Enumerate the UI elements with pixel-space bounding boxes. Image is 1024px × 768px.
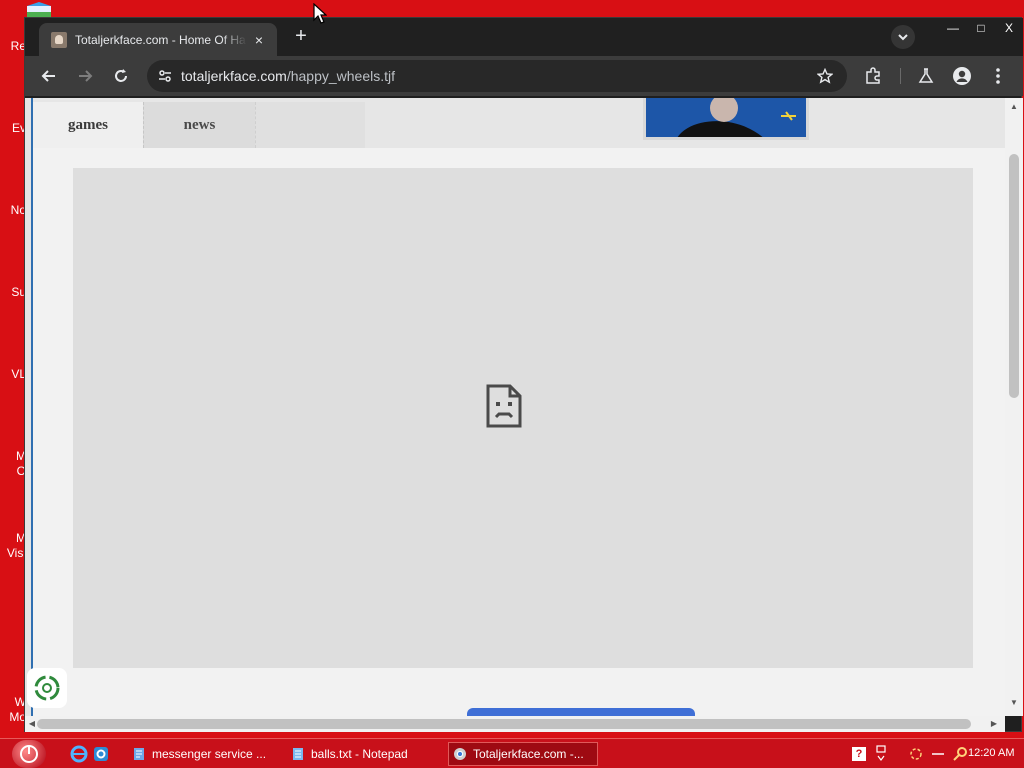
floating-widget-button[interactable] bbox=[27, 668, 67, 708]
scroll-left-icon[interactable]: ◀ bbox=[27, 719, 37, 729]
url-path: /happy_wheels.tjf bbox=[286, 68, 396, 84]
search-tray-icon[interactable] bbox=[952, 746, 968, 762]
desktop-icon-label[interactable]: Ev bbox=[0, 121, 26, 135]
desktop-icon-label[interactable]: O bbox=[0, 464, 26, 478]
tab-title: Totaljerkface.com - Home Of Happy Wheels bbox=[75, 32, 247, 47]
start-button[interactable] bbox=[12, 740, 46, 768]
back-button[interactable] bbox=[37, 64, 61, 88]
tray-arrow-icon[interactable] bbox=[930, 746, 946, 762]
desktop-icon-label[interactable]: Mo bbox=[0, 710, 26, 724]
extensions-icon[interactable] bbox=[861, 64, 885, 88]
horizontal-scroll-thumb[interactable] bbox=[37, 719, 971, 729]
vertical-scrollbar[interactable]: ▲ ▼ bbox=[1005, 98, 1023, 716]
desktop-icon-label[interactable]: W bbox=[0, 695, 26, 709]
url-host: totaljerkface.com bbox=[181, 68, 287, 84]
sad-file-icon bbox=[486, 384, 522, 428]
browser-toolbar: totaljerkface.com/happy_wheels.tjf bbox=[25, 56, 1023, 96]
close-button[interactable]: X bbox=[995, 18, 1023, 38]
desktop-icon-label[interactable]: Visi bbox=[0, 546, 26, 560]
taskbar-clock[interactable]: 12:20 AM bbox=[968, 747, 1014, 759]
nav-tab-news[interactable]: news bbox=[143, 102, 255, 148]
notepad-icon bbox=[293, 748, 303, 760]
taskbar-item-notepad[interactable]: balls.txt - Notepad bbox=[287, 742, 433, 766]
url-text: totaljerkface.com/happy_wheels.tjf bbox=[181, 68, 395, 84]
page-footer-bar bbox=[467, 708, 695, 716]
page-left-border bbox=[25, 98, 33, 716]
reload-icon bbox=[115, 69, 127, 82]
arrow-left-icon bbox=[41, 70, 55, 82]
chevron-down-icon bbox=[898, 34, 908, 41]
tab-close-icon[interactable]: × bbox=[251, 32, 267, 48]
start-orb-icon bbox=[20, 745, 38, 763]
scroll-up-icon[interactable]: ▲ bbox=[1009, 102, 1019, 112]
internet-explorer-icon[interactable] bbox=[70, 745, 88, 763]
recycle-gear-icon bbox=[34, 675, 60, 701]
system-tray: ? bbox=[852, 742, 968, 766]
desktop-icon-label[interactable]: VL bbox=[0, 367, 26, 381]
site-header: games news bbox=[33, 98, 1005, 148]
site-settings-icon[interactable] bbox=[155, 66, 175, 86]
reload-button[interactable] bbox=[109, 64, 133, 88]
forward-button[interactable] bbox=[73, 64, 97, 88]
network-tray-icon[interactable] bbox=[874, 744, 888, 764]
quicklaunch-browser-icon[interactable] bbox=[92, 745, 110, 763]
tab-strip: Totaljerkface.com - Home Of Happy Wheels… bbox=[25, 18, 1023, 56]
scroll-right-icon[interactable]: ▶ bbox=[989, 719, 999, 729]
desktop-icon-label[interactable]: Re bbox=[0, 39, 26, 53]
bookmark-star-icon[interactable] bbox=[815, 66, 835, 86]
page-viewport: games news bbox=[25, 98, 1005, 716]
labs-flask-icon[interactable] bbox=[914, 64, 938, 88]
nav-tab-games[interactable]: games bbox=[33, 102, 143, 148]
desktop-icon-label[interactable]: M bbox=[0, 449, 26, 463]
desktop-icon-label[interactable]: M bbox=[0, 531, 26, 545]
new-tab-button[interactable]: + bbox=[291, 26, 311, 47]
minimize-button[interactable]: — bbox=[939, 18, 967, 38]
horizontal-scrollbar[interactable]: ◀ ▶ bbox=[25, 716, 1005, 732]
taskbar-item-messenger[interactable]: messenger service ... bbox=[128, 742, 274, 766]
menu-kebab-icon[interactable] bbox=[986, 64, 1010, 88]
help-tray-icon[interactable]: ? bbox=[852, 747, 866, 761]
taskbar-item-label: balls.txt - Notepad bbox=[311, 747, 408, 761]
taskbar-item-chrome[interactable]: Totaljerkface.com -... bbox=[448, 742, 598, 766]
scroll-down-icon[interactable]: ▼ bbox=[1009, 698, 1019, 708]
header-portrait-image bbox=[643, 98, 809, 140]
address-bar[interactable]: totaljerkface.com/happy_wheels.tjf bbox=[147, 60, 847, 92]
taskbar-item-label: messenger service ... bbox=[152, 747, 267, 761]
document-icon bbox=[134, 748, 144, 760]
site-favicon-icon bbox=[51, 31, 67, 48]
window-controls: — □ X bbox=[939, 18, 1023, 40]
arrow-right-icon bbox=[79, 70, 93, 82]
nav-tab-empty bbox=[255, 102, 365, 148]
tab-search-button[interactable] bbox=[891, 25, 915, 49]
profile-avatar-icon[interactable] bbox=[950, 64, 974, 88]
taskbar-item-label: Totaljerkface.com -... bbox=[473, 747, 584, 761]
chrome-icon bbox=[454, 748, 466, 760]
browser-tab[interactable]: Totaljerkface.com - Home Of Happy Wheels… bbox=[39, 23, 277, 56]
toolbar-separator bbox=[900, 68, 901, 84]
browser-window: Totaljerkface.com - Home Of Happy Wheels… bbox=[24, 17, 1023, 732]
mouse-cursor-icon bbox=[313, 3, 327, 24]
maximize-button[interactable]: □ bbox=[967, 18, 995, 38]
vertical-scroll-thumb[interactable] bbox=[1009, 154, 1019, 398]
desktop-icon-label[interactable]: Su bbox=[0, 285, 26, 299]
desktop-icon-label[interactable]: No bbox=[0, 203, 26, 217]
volume-tray-icon[interactable] bbox=[908, 746, 924, 762]
taskbar: messenger service ... balls.txt - Notepa… bbox=[0, 738, 1024, 768]
game-embed-area[interactable] bbox=[73, 168, 973, 668]
